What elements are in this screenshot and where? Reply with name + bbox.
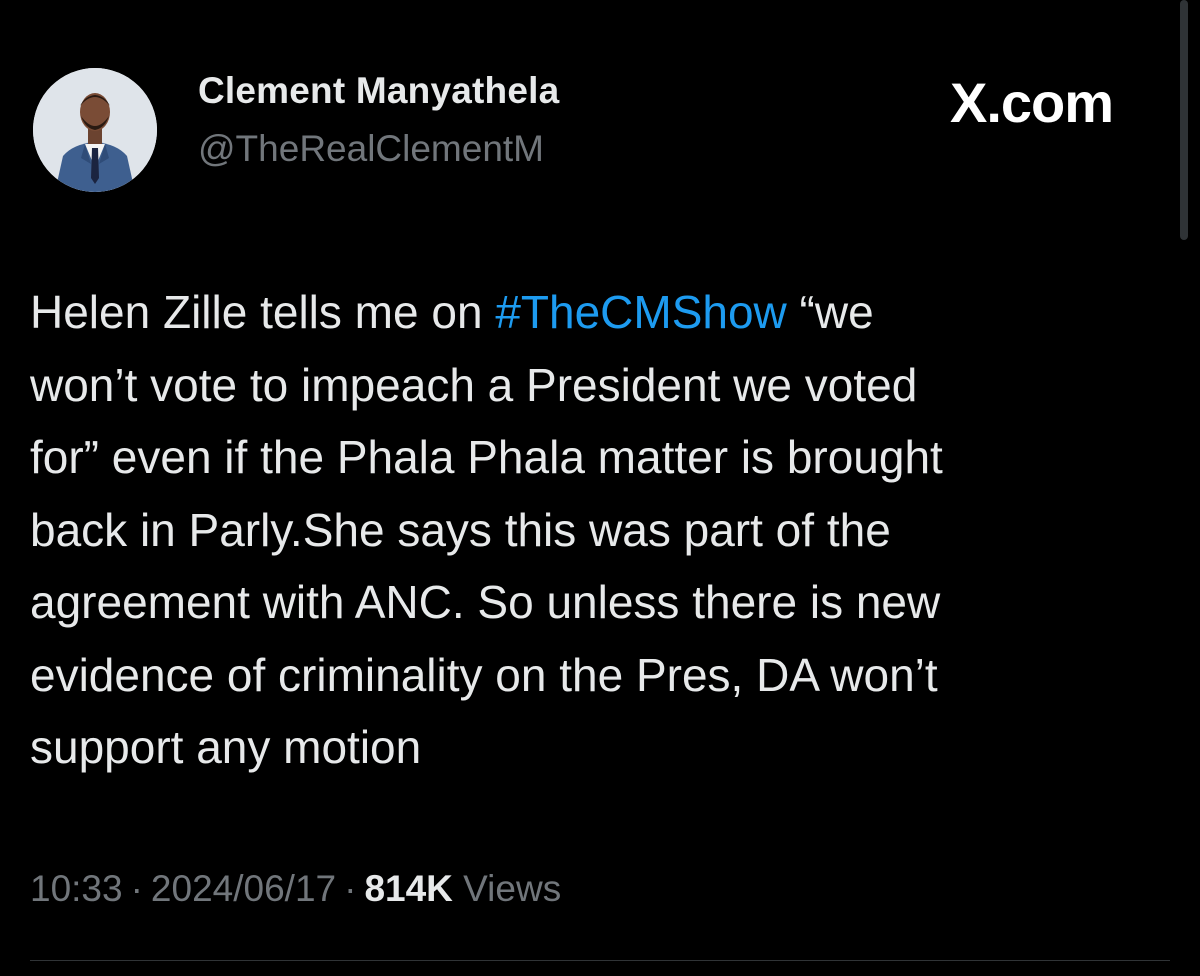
views-count: 814K: [364, 868, 453, 909]
views-label: Views: [463, 868, 562, 909]
meta-separator: ·: [130, 868, 143, 909]
tweet-line: back in Parly.She says this was part of …: [30, 503, 891, 556]
hashtag-link[interactable]: #TheCMShow: [495, 286, 786, 338]
tweet-line: agreement with ANC. So unless there is n…: [30, 576, 941, 628]
tweet-line: won’t vote to impeach a President we vot…: [30, 358, 918, 411]
user-handle[interactable]: @TheRealClementM: [198, 128, 544, 170]
divider: [30, 960, 1170, 961]
tweet-meta: 10:33 · 2024/06/17 · 814K Views: [30, 868, 561, 910]
tweet-card: Clement Manyathela @TheRealClementM X.co…: [0, 0, 1200, 976]
scrollbar[interactable]: [1180, 0, 1188, 240]
display-name[interactable]: Clement Manyathela: [198, 70, 559, 112]
tweet-line: for” even if the Phala Phala matter is b…: [30, 431, 943, 483]
tweet-date[interactable]: 2024/06/17: [151, 868, 336, 909]
tweet-line: evidence of criminality on the Pres, DA …: [30, 648, 938, 701]
avatar[interactable]: [33, 68, 157, 192]
profile-photo-icon: [33, 68, 157, 192]
tweet-time[interactable]: 10:33: [30, 868, 123, 909]
meta-separator: ·: [344, 868, 357, 909]
tweet-text-segment: Helen Zille tells me on: [30, 286, 496, 338]
tweet-text: Helen Zille tells me on #TheCMShow “we w…: [30, 276, 1140, 784]
tweet-line: support any motion: [30, 721, 422, 773]
x-logo-watermark: X.com: [950, 71, 1114, 134]
tweet-line: Helen Zille tells me on #TheCMShow “we: [30, 276, 1140, 349]
tweet-text-segment: “we: [786, 286, 874, 338]
